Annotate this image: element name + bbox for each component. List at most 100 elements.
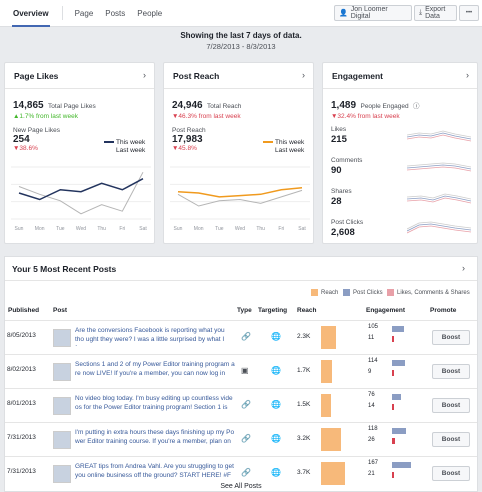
post-clicks-value: 118 [368,426,378,432]
reach-bar [321,462,345,485]
link-icon: 🔗 [241,434,251,443]
post-reach-title: Post Reach [173,71,220,81]
new-likes-change: ▼38.6% [13,145,38,152]
boost-button[interactable]: Boost [432,330,470,345]
day-label: Tue [215,226,224,232]
chevron-right-icon[interactable]: › [143,70,146,80]
day-label: Mon [194,226,204,232]
boost-button[interactable]: Boost [432,432,470,447]
tab-posts[interactable]: Posts [105,0,125,27]
tab-overview[interactable]: Overview [12,0,50,27]
date-range-banner: Showing the last 7 days of data. 7/28/20… [0,28,482,60]
reach-bar [321,428,341,451]
lcs-value: 14 [368,403,375,409]
see-all-posts-link[interactable]: See All Posts [0,483,482,490]
top-nav: Overview Page Posts People 👤 Jon Loomer … [0,0,482,27]
post-clicks-value: 76 [368,392,375,398]
post-thumbnail[interactable] [53,397,71,415]
lcs-value: 21 [368,471,375,477]
post-row[interactable]: 8/01/2013 No video blog today. I'm busy e… [5,388,477,422]
legend-this-week: This week [104,139,145,146]
lcs-bar [392,404,394,410]
engagement-sparklines [407,130,471,234]
col-engagement[interactable]: Engagement [366,307,405,314]
page-likes-this-week-series [18,178,144,201]
col-promote[interactable]: Promote [430,307,456,314]
engagement-card[interactable]: Engagement › 1,489 People Engaged ⓘ ▼32.… [322,62,478,244]
tab-page[interactable]: Page [75,0,94,27]
chevron-right-icon[interactable]: › [466,70,469,80]
post-clicks-bar [392,360,405,366]
post-clicks-value: 167 [368,460,379,466]
day-label: Sun [15,226,24,232]
boost-button[interactable]: Boost [432,364,470,379]
tab-divider [61,6,63,20]
day-label: Fri [278,226,284,232]
day-label: Sun [174,226,183,232]
post-text[interactable]: Sections 1 and 2 of my Power Editor trai… [75,360,235,380]
post-reach-sub-change: ▼45.8% [172,145,197,152]
day-label: Thu [97,226,106,232]
globe-icon: 🌐 [271,434,281,443]
export-label: Export Data [425,6,446,20]
more-options-button[interactable]: ••• [459,5,479,21]
boost-button[interactable]: Boost [432,466,470,481]
reach-bar [321,360,332,383]
banner-date-range: 7/28/2013 - 8/3/2013 [206,42,276,51]
post-row[interactable]: 8/02/2013 Sections 1 and 2 of my Power Ed… [5,354,477,388]
post-clicks-bar [392,428,406,434]
page-likes-card[interactable]: Page Likes › 14,865 Total Page Likes ▲1.… [4,62,155,244]
account-label: Jon Loomer Digital [350,6,388,20]
post-clicks-value: 105 [368,324,379,330]
page-likes-line-chart: Sun Mon Tue Wed Thu Fri Sat [11,166,151,232]
export-button[interactable]: ⤓ Export Data [414,5,457,21]
post-reach-sub-value: 17,983 [172,134,203,145]
legend-lcs: Likes, Comments & Shares [387,289,470,296]
user-icon: 👤 [339,10,348,17]
lcs-value: 11 [368,335,375,341]
account-button[interactable]: 👤 Jon Loomer Digital [334,5,412,21]
tab-people[interactable]: People [137,0,162,27]
post-thumbnail[interactable] [53,329,71,347]
legend-this-week: This week [263,139,304,146]
total-reach-value: 24,946 [172,100,203,111]
new-likes-value: 254 [13,134,30,145]
legend-last-week: Last week [275,147,305,154]
post-date: 7/31/2013 [7,468,36,475]
post-thumbnail[interactable] [53,363,71,381]
post-thumbnail[interactable] [53,431,71,449]
post-row[interactable]: 7/31/2013 I'm putting in extra hours thes… [5,422,477,456]
post-text[interactable]: GREAT tips from Andrea Vahl. Are you str… [75,462,235,482]
post-thumbnail[interactable] [53,465,71,483]
col-targeting[interactable]: Targeting [258,307,287,314]
lcs-value: 26 [368,437,375,443]
post-row[interactable]: 8/05/2013 Are the conversions Facebook is… [5,320,477,354]
post-reach-card[interactable]: Post Reach › 24,946 Total Reach ▼46.3% f… [163,62,314,244]
col-reach[interactable]: Reach [297,307,317,314]
post-reach-sub-label: Post Reach [172,127,206,134]
reach-value: 2.3K [297,333,311,340]
reach-value: 3.7K [297,469,311,476]
post-text[interactable]: Are the conversions Facebook is reportin… [75,326,235,346]
post-date: 8/05/2013 [7,332,36,339]
reach-value: 3.2K [297,435,311,442]
chevron-right-icon[interactable]: › [462,263,465,273]
post-text[interactable]: No video blog today. I'm busy editing up… [75,394,235,414]
post-date: 7/31/2013 [7,434,36,441]
day-label: Wed [76,226,86,232]
lcs-bar [392,472,394,478]
download-icon: ⤓ [419,9,423,16]
day-label: Mon [35,226,45,232]
lcs-bar [392,336,394,342]
boost-button[interactable]: Boost [432,398,470,413]
col-post[interactable]: Post [53,307,67,314]
globe-icon: 🌐 [271,366,281,375]
info-icon[interactable]: ⓘ [413,103,420,110]
chevron-right-icon[interactable]: › [302,70,305,80]
globe-icon: 🌐 [271,332,281,341]
col-type[interactable]: Type [237,307,252,314]
day-label: Thu [256,226,265,232]
reach-value: 1.7K [297,367,311,374]
post-text[interactable]: I'm putting in extra hours these days fi… [75,428,235,448]
col-published[interactable]: Published [8,307,39,314]
